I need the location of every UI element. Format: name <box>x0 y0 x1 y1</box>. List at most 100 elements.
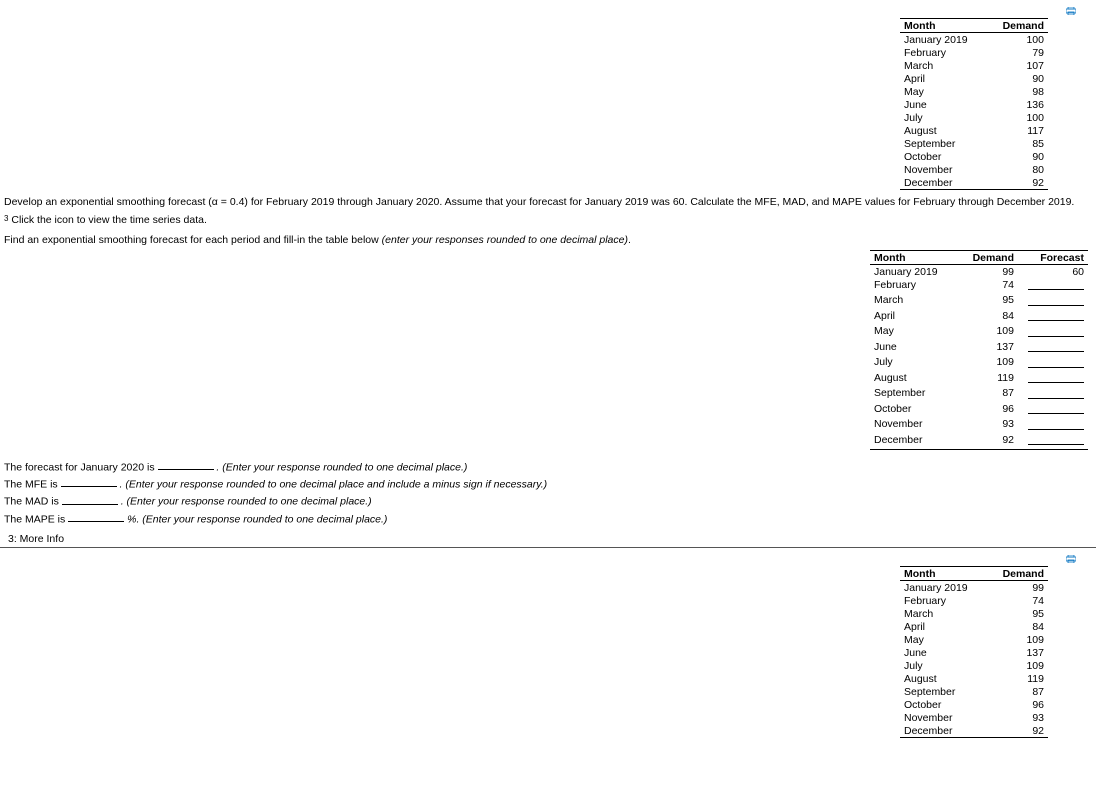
forecast-input[interactable] <box>1028 341 1084 353</box>
mad-input[interactable] <box>62 494 118 504</box>
table-cell-month: February <box>900 46 986 59</box>
table-cell-month: November <box>870 418 956 434</box>
mfe-hint: . (Enter your response rounded to one de… <box>120 478 548 490</box>
mape-label: The MAPE is <box>4 513 68 525</box>
table-cell-month: November <box>900 163 986 176</box>
mape-hint: %. (Enter your response rounded to one d… <box>127 513 387 525</box>
problem-statement: Develop an exponential smoothing forecas… <box>0 190 1096 210</box>
table-cell-demand: 119 <box>986 672 1048 685</box>
col-demand: Demand <box>956 251 1018 265</box>
mfe-input[interactable] <box>61 477 117 487</box>
col-month: Month <box>900 567 986 581</box>
table-cell-month: July <box>900 659 986 672</box>
table-cell-demand: 107 <box>986 59 1048 72</box>
forecast-input[interactable] <box>1028 434 1084 446</box>
col-month: Month <box>870 251 956 265</box>
table-cell-demand: 137 <box>986 646 1048 659</box>
mad-hint: . (Enter your response rounded to one de… <box>121 496 372 508</box>
forecast-table: Month Demand Forecast January 20199960Fe… <box>870 250 1088 450</box>
table-cell-demand: 90 <box>986 150 1048 163</box>
table-cell-month: October <box>870 402 956 418</box>
table-cell-demand: 99 <box>986 581 1048 595</box>
table-cell-demand: 109 <box>986 633 1048 646</box>
table-cell-month: May <box>870 325 956 341</box>
table-cell-demand: 95 <box>956 294 1018 310</box>
table-cell-month: April <box>900 620 986 633</box>
forecast-input[interactable] <box>1028 294 1084 306</box>
fill-in-label: Find an exponential smoothing forecast f… <box>4 234 382 246</box>
table-cell-month: February <box>900 594 986 607</box>
table-cell-demand: 109 <box>956 325 1018 341</box>
table-cell-demand: 92 <box>956 433 1018 449</box>
jan2020-hint: . (Enter your response rounded to one de… <box>216 461 467 473</box>
table-cell-month: March <box>900 59 986 72</box>
table-cell-month: May <box>900 633 986 646</box>
mfe-label: The MFE is <box>4 478 61 490</box>
table-cell-month: June <box>870 340 956 356</box>
table-cell-demand: 95 <box>986 607 1048 620</box>
table-cell-demand: 79 <box>986 46 1048 59</box>
jan2020-label: The forecast for January 2020 is <box>4 461 158 473</box>
table-cell-month: September <box>900 137 986 150</box>
table-cell-month: January 2019 <box>900 33 986 47</box>
table-cell-demand: 93 <box>956 418 1018 434</box>
table-cell-demand: 117 <box>986 124 1048 137</box>
col-demand: Demand <box>986 567 1048 581</box>
table-cell-month: November <box>900 711 986 724</box>
table-cell-demand: 87 <box>986 685 1048 698</box>
table-cell-month: June <box>900 98 986 111</box>
table-cell-demand: 136 <box>986 98 1048 111</box>
table-cell-demand: 92 <box>986 724 1048 738</box>
print-icon[interactable] <box>1066 555 1076 563</box>
table-cell-demand: 109 <box>986 659 1048 672</box>
jan2020-input[interactable] <box>158 460 214 470</box>
table-cell-month: January 2019 <box>900 581 986 595</box>
more-info-label: 3: More Info <box>0 529 1096 545</box>
table-cell-demand: 96 <box>956 402 1018 418</box>
table-cell-month: January 2019 <box>870 265 956 279</box>
table-cell-demand: 84 <box>956 309 1018 325</box>
table-cell-demand: 137 <box>956 340 1018 356</box>
forecast-input[interactable] <box>1028 418 1084 430</box>
table-cell-demand: 119 <box>956 371 1018 387</box>
click-hint: Click the icon to view the time series d… <box>8 214 206 226</box>
forecast-input[interactable] <box>1028 403 1084 415</box>
table-cell-demand: 90 <box>986 72 1048 85</box>
table-cell-month: October <box>900 698 986 711</box>
table-cell-demand: 96 <box>986 698 1048 711</box>
table-cell-month: July <box>900 111 986 124</box>
bottom-demand-table: Month Demand January 201999February74Mar… <box>900 566 1048 738</box>
forecast-input[interactable] <box>1028 325 1084 337</box>
print-icon[interactable] <box>1066 7 1076 15</box>
table-cell-demand: 99 <box>956 265 1018 279</box>
divider <box>0 547 1096 548</box>
forecast-input[interactable] <box>1028 279 1084 291</box>
table-cell-month: August <box>900 672 986 685</box>
forecast-input[interactable] <box>1028 387 1084 399</box>
table-cell-demand: 109 <box>956 356 1018 372</box>
table-cell-month: May <box>900 85 986 98</box>
table-cell-demand: 100 <box>986 111 1048 124</box>
table-cell-demand: 98 <box>986 85 1048 98</box>
table-cell-month: March <box>900 607 986 620</box>
table-cell-month: April <box>900 72 986 85</box>
mape-input[interactable] <box>68 512 124 522</box>
table-cell-month: September <box>870 387 956 403</box>
table-cell-demand: 84 <box>986 620 1048 633</box>
forecast-input[interactable] <box>1028 356 1084 368</box>
forecast-input[interactable] <box>1028 372 1084 384</box>
mad-label: The MAD is <box>4 496 62 508</box>
table-cell-month: June <box>900 646 986 659</box>
table-cell-demand: 93 <box>986 711 1048 724</box>
table-cell-demand: 80 <box>986 163 1048 176</box>
table-cell-month: October <box>900 150 986 163</box>
table-cell-month: February <box>870 278 956 294</box>
fill-in-hint: (enter your responses rounded to one dec… <box>382 234 628 246</box>
table-cell-month: December <box>900 724 986 738</box>
table-cell-month: August <box>900 124 986 137</box>
forecast-input[interactable] <box>1028 310 1084 322</box>
table-cell-demand: 74 <box>986 594 1048 607</box>
table-cell-month: August <box>870 371 956 387</box>
top-demand-table: Month Demand January 2019100February79Ma… <box>900 18 1048 190</box>
table-cell-demand: 100 <box>986 33 1048 47</box>
